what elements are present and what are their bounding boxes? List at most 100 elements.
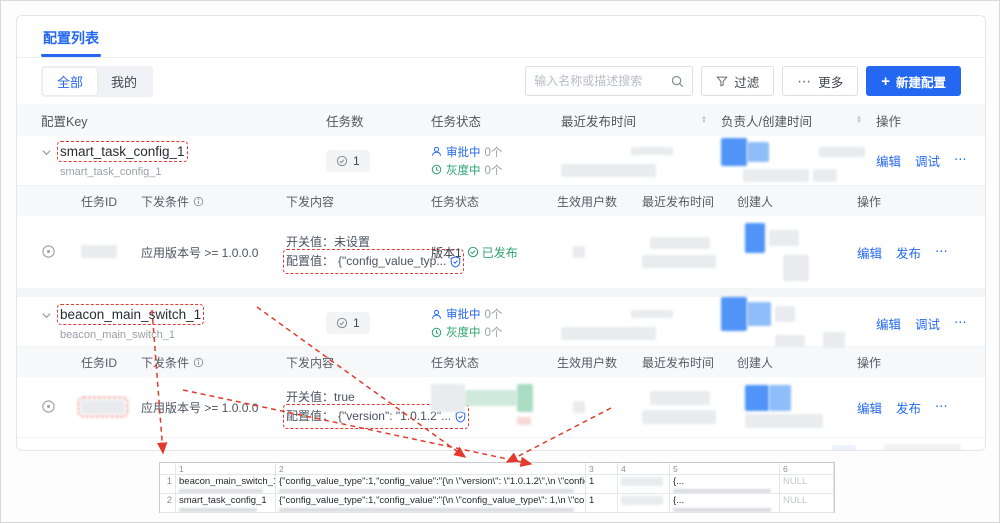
debug-link[interactable]: 调试	[915, 314, 940, 333]
db-cell-redacted[interactable]	[618, 475, 670, 494]
col-nested-actions: 操作	[857, 194, 882, 209]
filter-button-label: 过滤	[734, 75, 760, 90]
row-actions: 编辑 调试 ⋯	[876, 314, 967, 333]
next-page-button[interactable]: ›	[868, 449, 873, 450]
expand-task-icon[interactable]	[41, 399, 56, 414]
task-more-link[interactable]: ⋯	[935, 398, 948, 417]
db-row-number: 2	[160, 494, 176, 513]
db-col-2[interactable]: 2	[276, 463, 586, 475]
task-count-badge: 1	[326, 149, 370, 172]
col-task-status: 任务状态	[431, 114, 482, 129]
db-col-1[interactable]: 1	[176, 463, 276, 475]
scope-tab-all[interactable]: 全部	[43, 67, 98, 95]
config-key-highlight[interactable]: smart_task_config_1	[57, 141, 188, 162]
nested-table-header: 任务ID 下发条件 下发内容 任务状态 生效用户数 最近发布时间 创建人 操作	[17, 347, 985, 377]
db-cell-c5[interactable]: {...	[670, 475, 780, 494]
chevron-down-icon[interactable]	[41, 147, 52, 158]
db-cell-c3[interactable]: 1	[586, 494, 618, 513]
row-more-link[interactable]: ⋯	[954, 314, 967, 333]
task-publish-link[interactable]: 发布	[896, 243, 921, 262]
toolbar: 全部 我的 过滤 ⋯ 更多 + 新建配置	[17, 58, 985, 104]
col-nested-status: 任务状态	[431, 355, 480, 370]
row-more-link[interactable]: ⋯	[954, 151, 967, 170]
config-row-smart-task[interactable]: smart_task_config_1 smart_task_config_1 …	[17, 136, 985, 186]
debug-link[interactable]: 调试	[915, 151, 940, 170]
plus-icon: +	[881, 72, 890, 90]
db-cell-name[interactable]: smart_task_config_1	[176, 494, 276, 513]
db-cell-null[interactable]: NULL	[780, 494, 834, 513]
db-col-6[interactable]: 6	[780, 463, 834, 475]
redacted-active-users	[557, 398, 642, 416]
db-col-4[interactable]: 4	[618, 463, 670, 475]
clock-icon	[431, 327, 442, 337]
db-col-5[interactable]: 5	[670, 463, 780, 475]
db-result-table: 1 2 3 4 5 6 1 beacon_main_switch_1 {"con…	[159, 462, 835, 513]
group-divider	[17, 289, 985, 297]
col-task-id: 任务ID	[81, 194, 118, 209]
task-actions: 编辑 发布 ⋯	[857, 243, 961, 262]
create-config-button[interactable]: + 新建配置	[866, 66, 961, 96]
db-cell-json[interactable]: {"config_value_type":1,"config_value":"{…	[276, 475, 586, 494]
filter-icon	[716, 76, 729, 87]
info-icon[interactable]	[193, 357, 204, 368]
col-creator: 创建人	[737, 194, 774, 209]
filter-button[interactable]: 过滤	[701, 66, 775, 96]
scope-segmented-control: 全部 我的	[41, 65, 154, 97]
edit-link[interactable]: 编辑	[876, 151, 901, 170]
task-count-icon	[336, 155, 348, 166]
page-size-select[interactable]: 10 条/页 ∨	[884, 444, 961, 450]
page-number[interactable]: 1	[831, 445, 856, 450]
scope-tab-mine[interactable]: 我的	[97, 68, 151, 95]
db-cell-json[interactable]: {"config_value_type":1,"config_value":"{…	[276, 494, 586, 513]
prev-page-button[interactable]: ‹	[815, 449, 820, 450]
task-row[interactable]: 应用版本号 >= 1.0.0.0 开关值：true 配置值： {"version"…	[17, 377, 985, 438]
task-more-link[interactable]: ⋯	[935, 243, 948, 262]
redacted-task-id-highlight	[78, 396, 141, 417]
col-nested-status: 任务状态	[431, 194, 480, 209]
search-input[interactable]	[534, 74, 672, 88]
task-edit-link[interactable]: 编辑	[857, 243, 882, 262]
col-active-users: 生效用户数	[557, 194, 618, 209]
redacted-task-id	[81, 243, 141, 261]
tab-bar: 配置列表	[17, 16, 985, 58]
chevron-down-icon[interactable]	[41, 310, 52, 321]
db-col-3[interactable]: 3	[586, 463, 618, 475]
screenshot-frame: 配置列表 全部 我的 过滤 ⋯ 更多	[0, 0, 1000, 523]
redacted-creator	[737, 385, 857, 429]
task-edit-link[interactable]: 编辑	[857, 398, 882, 417]
db-cell-null[interactable]: NULL	[780, 475, 834, 494]
total-count: 共 2 项	[766, 449, 803, 451]
info-icon[interactable]	[193, 196, 204, 207]
task-count-icon	[336, 317, 348, 329]
task-condition: 应用版本号 >= 1.0.0.0	[141, 245, 259, 260]
config-key-highlight[interactable]: beacon_main_switch_1	[56, 303, 205, 325]
sort-icon[interactable]: ▲ ▼	[856, 115, 862, 125]
db-cell-c5[interactable]: {...	[670, 494, 780, 513]
task-version-status: 版本1 已发布	[431, 245, 518, 260]
more-dots-icon: ⋯	[797, 72, 813, 89]
redacted-owner	[721, 137, 876, 184]
nested-table-header: 任务ID 下发条件 下发内容 任务状态 生效用户数 最近发布时间 创建人 操作	[17, 186, 985, 216]
expand-task-icon[interactable]	[41, 244, 56, 259]
redacted-publish-time	[561, 305, 721, 341]
sort-icon[interactable]: ▲ ▼	[701, 115, 707, 125]
task-publish-link[interactable]: 发布	[896, 398, 921, 417]
more-button[interactable]: ⋯ 更多	[782, 66, 859, 96]
db-cell-c3[interactable]: 1	[586, 475, 618, 494]
col-nested-actions: 操作	[857, 355, 882, 370]
col-last-publish-time: 最近发布时间 ▲ ▼	[561, 114, 707, 129]
status-approving: 审批中 0个	[431, 306, 561, 322]
task-row[interactable]: 应用版本号 >= 1.0.0.0 开关值：未设置 配置值： {"config_va…	[17, 216, 985, 289]
edit-link[interactable]: 编辑	[876, 314, 901, 333]
redacted-publish-time	[561, 143, 721, 179]
search-box[interactable]	[525, 66, 694, 96]
col-nested-publish-time: 最近发布时间	[642, 194, 715, 209]
redacted-creator	[737, 223, 857, 281]
db-cell-redacted[interactable]	[618, 494, 670, 513]
col-config-key: 配置Key	[41, 114, 88, 129]
person-icon	[432, 309, 441, 319]
tab-config-list[interactable]: 配置列表	[41, 28, 101, 57]
db-cell-name[interactable]: beacon_main_switch_1	[176, 475, 276, 494]
clock-icon	[431, 164, 442, 175]
config-row-beacon[interactable]: beacon_main_switch_1 beacon_main_switch_…	[17, 297, 985, 348]
